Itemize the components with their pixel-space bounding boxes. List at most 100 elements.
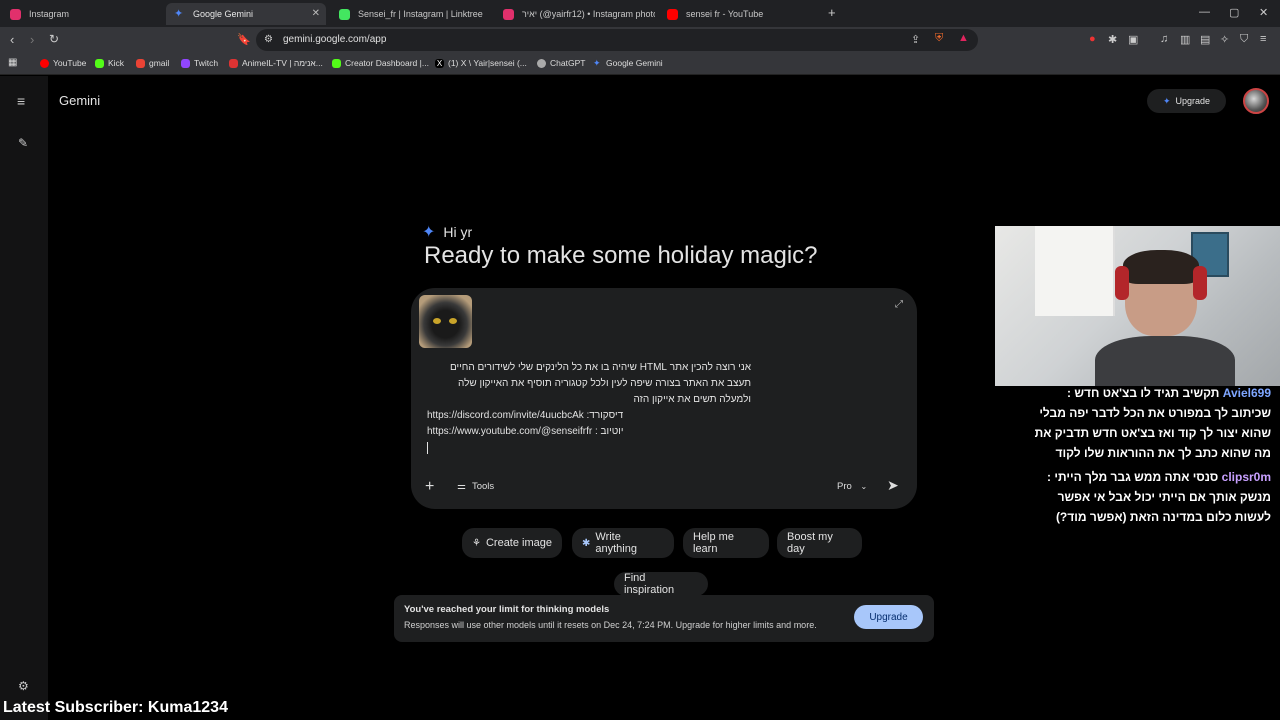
send-icon[interactable]: ➤ (887, 477, 899, 494)
chip-label: Help me learn (693, 531, 734, 555)
chip-create-image[interactable]: ⚘ Create image (462, 528, 562, 558)
chip-help-me-learn[interactable]: Help me learn (683, 528, 769, 558)
gemini-icon: ✦ (593, 57, 601, 68)
back-icon[interactable]: ‹ (10, 32, 14, 47)
tools-label: Tools (471, 481, 495, 492)
chip-label: Create image (485, 537, 553, 549)
screenshot-icon[interactable]: ▣ (1128, 33, 1138, 46)
menu-icon[interactable]: ≡ (1260, 33, 1266, 45)
bookmark-label: ChatGPT (550, 58, 586, 68)
vpn-icon[interactable]: ⛉ (1240, 33, 1248, 46)
greeting-text: Hi yr (443, 224, 473, 240)
new-tab-icon[interactable]: + (828, 5, 836, 20)
upgrade-button[interactable]: Upgrade (854, 605, 923, 629)
text-caret (427, 442, 428, 454)
gmail-icon (136, 58, 145, 68)
bookmark-icon[interactable]: 🔖 (237, 33, 251, 46)
linktree-icon (339, 8, 350, 20)
cat-eye (449, 318, 457, 324)
gemini-spark-icon: ✦ (422, 224, 436, 241)
close-icon[interactable]: ✕ (312, 8, 320, 19)
expand-icon[interactable]: ⤢ (895, 299, 903, 310)
new-chat-icon[interactable]: ✎ (18, 136, 28, 150)
model-selector[interactable]: Pro ⌄ (837, 481, 867, 492)
sidebar-icon[interactable]: ▥ (1180, 33, 1190, 46)
bookmark-gmail[interactable]: gmail (136, 58, 169, 68)
minimize-icon[interactable]: — (1199, 6, 1210, 18)
tab-linktree[interactable]: Sensei_fr | Instagram | Linktree (331, 3, 491, 25)
share-icon[interactable]: ⇪ (911, 33, 920, 46)
bookmark-label: AnimeIL-TV | אנימה... (242, 58, 323, 68)
tools-icon: ⚌ (457, 481, 466, 492)
chip-write-anything[interactable]: ✱ Write anything (572, 528, 674, 558)
bookmark-twitch[interactable]: Twitch (181, 58, 218, 68)
tab-label: Google Gemini (193, 9, 254, 19)
extensions-icon[interactable]: ✱ (1108, 33, 1117, 46)
address-bar[interactable]: ⚙ gemini.google.com/app ⇪ ⛨ ▲ (256, 29, 978, 51)
chat-message-line: לעשות כלום במדינה הזאת (אפשר מוד?) (1055, 510, 1271, 524)
prompt-composer[interactable]: ⤢ אני רוצה להכין אתר HTML שיהיה בו את כל… (411, 288, 917, 509)
kick-icon (95, 58, 104, 68)
page-title: Ready to make some holiday magic? (424, 242, 818, 269)
maximize-icon[interactable]: ▢ (1229, 6, 1239, 19)
bookmark-label: Kick (108, 58, 125, 68)
chat-message-line: שכיתוב לך במפורט את הכל לדבר יפה מבלי (1039, 406, 1271, 420)
bookmarks-bar: ▦ YouTube Kick gmail Twitch AnimeIL-TV |… (0, 53, 1280, 75)
tools-button[interactable]: ⚌ Tools (457, 481, 494, 492)
media-icon[interactable]: ♫ (1160, 33, 1168, 45)
gemini-sidebar: ≡ ✎ ⚙ (0, 76, 48, 720)
menu-icon[interactable]: ≡ (17, 93, 25, 109)
tab-instagram[interactable]: Instagram (2, 3, 162, 25)
latest-subscriber: Latest Subscriber: Kuma1234 (3, 699, 228, 716)
chip-find-inspiration[interactable]: Find inspiration (614, 572, 708, 596)
brave-shield-icon[interactable]: ⛨ (935, 32, 943, 45)
prompt-text-line: ולמעלה תשים את אייקון הזה (633, 394, 752, 405)
animeil-icon (229, 58, 238, 68)
bookmark-chatgpt[interactable]: ChatGPT (537, 58, 585, 68)
headphones (1193, 266, 1207, 300)
tab-label: Instagram (29, 9, 70, 19)
url-text: gemini.google.com/app (283, 34, 387, 45)
window-frame (1035, 226, 1115, 316)
apps-icon[interactable]: ▦ (8, 57, 17, 68)
chip-label: Find inspiration (624, 572, 675, 596)
tab-google-gemini[interactable]: ✦ Google Gemini ✕ (166, 3, 326, 25)
tab-label: יאיר (@yairfr12) • Instagram photos a (522, 9, 655, 19)
bookmark-x[interactable]: X (1) X \ Yair|sensei (... (435, 58, 527, 68)
settings-icon[interactable]: ⚙ (18, 679, 29, 693)
x-icon: X (435, 58, 444, 68)
tab-youtube[interactable]: sensei fr - YouTube (659, 3, 819, 25)
attached-image-thumbnail[interactable] (419, 295, 472, 348)
chat-message-line: מנשק אותך אם הייתי יכול אבל אי אפשר (1057, 490, 1271, 504)
browser-tab-bar: Instagram ✦ Google Gemini ✕ Sensei_fr | … (0, 0, 1280, 27)
site-info-icon[interactable]: ⚙ (264, 34, 273, 45)
bookmark-animeil[interactable]: AnimeIL-TV | אנימה... (229, 58, 323, 68)
bookmark-creator-dashboard[interactable]: Creator Dashboard |... (332, 58, 429, 68)
forward-icon[interactable]: › (30, 32, 34, 47)
bookmark-kick[interactable]: Kick (95, 58, 124, 68)
brave-rewards-icon[interactable]: ▲ (958, 32, 969, 44)
bookmark-gemini[interactable]: ✦ Google Gemini (593, 58, 663, 68)
upgrade-button[interactable]: ✦ Upgrade (1147, 89, 1226, 113)
leo-ai-icon[interactable]: ✧ (1220, 33, 1229, 46)
record-icon[interactable]: ● (1089, 33, 1096, 45)
chip-boost-my-day[interactable]: Boost my day (777, 528, 862, 558)
wallet-icon[interactable]: ▤ (1200, 33, 1210, 46)
youtube-icon (667, 8, 678, 20)
gemini-icon: ✦ (174, 7, 184, 20)
pen-icon: ✱ (582, 537, 591, 549)
avatar[interactable] (1243, 88, 1269, 114)
headphones (1115, 266, 1129, 300)
prompt-text-line: דיסקורד: https://discord.com/invite/4uuc… (427, 410, 624, 421)
bookmark-label: (1) X \ Yair|sensei (... (448, 58, 527, 68)
instagram-icon (503, 8, 514, 20)
bookmark-youtube[interactable]: YouTube (40, 58, 86, 68)
chat-text: סנסי אתה ממש גבר מלך הייתי : (1047, 470, 1219, 484)
tab-instagram-profile[interactable]: יאיר (@yairfr12) • Instagram photos a (495, 3, 655, 25)
reload-icon[interactable]: ↻ (49, 32, 59, 46)
add-attachment-icon[interactable]: + (425, 478, 434, 496)
chip-label: Write anything (595, 531, 637, 555)
close-window-icon[interactable]: ✕ (1259, 6, 1268, 19)
chat-message-line: Aviel699 תקשיב תגיד לו בצ'אט חדש : (1067, 386, 1271, 400)
chat-username: clipsr0m (1221, 470, 1271, 484)
